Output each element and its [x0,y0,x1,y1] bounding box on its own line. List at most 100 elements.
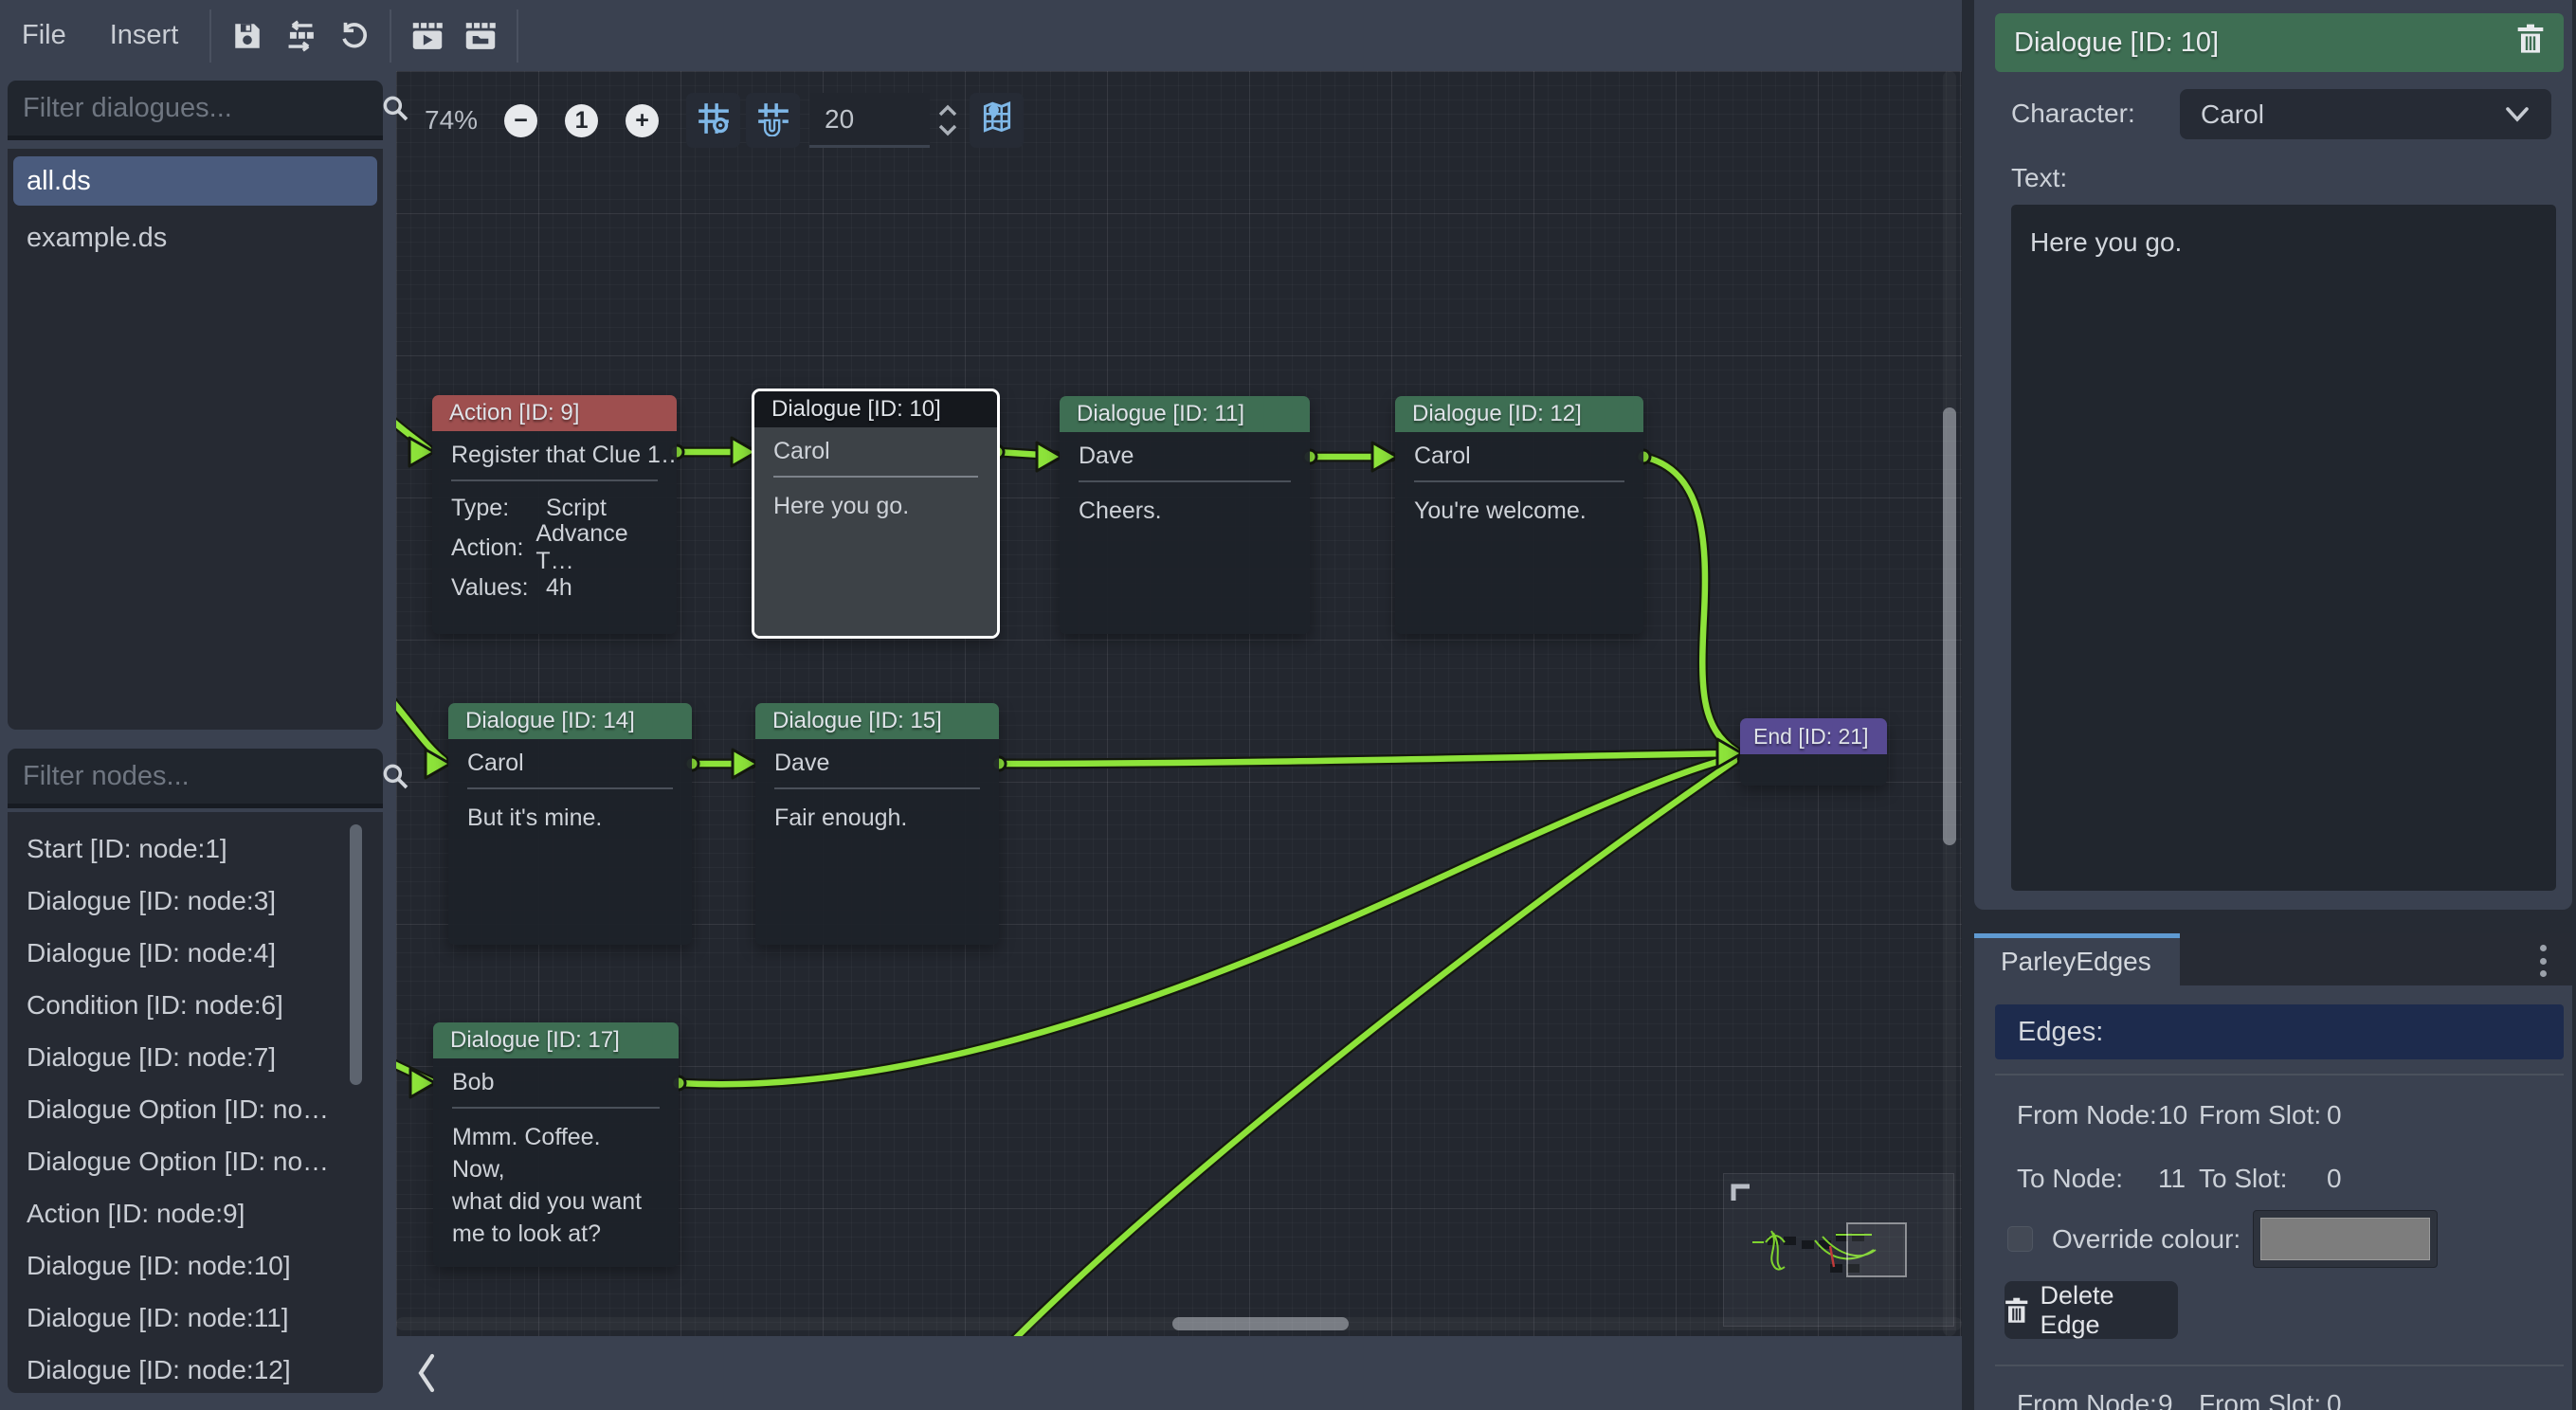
undo-button[interactable] [327,9,380,63]
chevron-down-icon [935,120,960,139]
node-body: Carol But it's mine. [448,739,692,945]
snap-grid-icon [696,100,732,141]
node-title[interactable]: End [ID: 21] [1740,718,1887,754]
node-list-item[interactable]: Dialogue [ID: node:3] [8,875,383,927]
run-scene-button[interactable] [454,9,507,63]
toggle-grid-button[interactable] [686,93,740,148]
node-text: Mmm. Coffee. Now, what did you want me t… [433,1109,679,1250]
graph-node-action-9[interactable]: Action [ID: 9] Register that Clue 1… Typ… [432,395,677,634]
run-dialogue-button[interactable] [401,9,454,63]
canvas-horizontal-scrollbar[interactable] [396,1317,1962,1330]
node-title[interactable]: Action [ID: 9] [432,395,677,431]
graph-toolbar: 74% − 1 + [425,93,1029,148]
translate-button[interactable] [274,9,327,63]
node-character: Carol [448,739,692,787]
node-list-item[interactable]: Dialogue Option [ID: no… [8,1083,383,1135]
delete-edge-button[interactable]: Delete Edge [2005,1281,2178,1339]
zoom-out-icon: − [514,107,528,135]
inspector-title: Dialogue [ID: 10] [2014,27,2219,59]
menu-bar: File Insert [0,0,1962,71]
graph-node-dialogue-15[interactable]: Dialogue [ID: 15] Dave Fair enough. [755,703,999,945]
graph-node-dialogue-17[interactable]: Dialogue [ID: 17] Bob Mmm. Coffee. Now, … [433,1022,679,1267]
more-vert-icon[interactable] [2529,945,2557,977]
override-colour-checkbox[interactable] [2007,1226,2033,1252]
graph-node-dialogue-11[interactable]: Dialogue [ID: 11] Dave Cheers. [1060,396,1310,634]
filter-dialogues-input[interactable] [23,93,380,124]
edges-tab-bar: ParleyEdges [1974,933,2572,985]
tab-parley-edges[interactable]: ParleyEdges [1974,933,2180,985]
undo-icon [337,20,370,52]
menu-file[interactable]: File [0,0,88,71]
node-list-item[interactable]: Dialogue [ID: node:10] [8,1239,383,1292]
node-list-item[interactable]: Dialogue Option [ID: no… [8,1135,383,1187]
graph-node-end-21[interactable]: End [ID: 21] [1740,718,1887,786]
from-slot-value: 0 [2327,1100,2342,1130]
zoom-in-button[interactable]: + [626,104,659,137]
graph-node-dialogue-14[interactable]: Dialogue [ID: 14] Carol But it's mine. [448,703,692,945]
override-colour-row: Override colour: [2007,1210,2438,1268]
node-list-item[interactable]: Condition [ID: node:6] [8,979,383,1031]
menu-insert[interactable]: Insert [88,0,201,71]
dialogue-file-list: all.ds example.ds [8,149,383,730]
file-item-example-ds[interactable]: example.ds [13,213,377,262]
snap-distance-field [809,93,930,148]
node-title[interactable]: Dialogue [ID: 11] [1060,396,1310,432]
edges-list-header[interactable]: Edges: [1995,1004,2564,1059]
node-title[interactable]: Dialogue [ID: 10] [754,391,997,427]
node-summary: Register that Clue 1… [432,431,677,479]
edge-from-row: From Node: 10 From Slot: 0 [2017,1100,2567,1130]
snap-distance-spinner[interactable] [935,101,960,139]
graph-node-dialogue-10[interactable]: Dialogue [ID: 10] Carol Here you go. [752,389,1000,639]
node-title[interactable]: Dialogue [ID: 17] [433,1022,679,1058]
node-list-item[interactable]: Start [ID: node:1] [8,822,383,875]
trash-icon [2005,1297,2028,1324]
file-item-all-ds[interactable]: all.ds [13,156,377,206]
canvas-horizontal-thumb[interactable] [1172,1317,1349,1330]
snap-distance-input[interactable] [825,104,910,135]
node-title[interactable]: Dialogue [ID: 15] [755,703,999,739]
node-character: Carol [754,427,997,476]
chevron-down-icon [2504,105,2531,124]
node-title[interactable]: Dialogue [ID: 12] [1395,396,1643,432]
character-dropdown[interactable]: Carol [2180,89,2551,139]
node-title[interactable]: Dialogue [ID: 14] [448,703,692,739]
to-node-value: 11 [2158,1164,2199,1194]
left-sidebar: all.ds example.ds Start [ID: node:1] Dia… [0,71,396,1410]
graph-canvas[interactable]: 74% − 1 + [396,71,1962,1336]
canvas-vertical-scrollbar[interactable] [1943,71,1956,1336]
collapse-sidebar-button[interactable] [406,1348,447,1398]
graph-node-dialogue-12[interactable]: Dialogue [ID: 12] Carol You're welcome. [1395,396,1643,634]
from-node-value: 10 [2158,1100,2199,1130]
from-node-value: 9 [2158,1389,2199,1410]
dialogue-text-area[interactable]: Here you go. [2011,205,2556,891]
node-list-scrollbar[interactable] [350,824,362,1085]
node-list-item[interactable]: Dialogue [ID: node:4] [8,927,383,979]
toggle-snap-button[interactable] [746,93,800,148]
delete-node-button[interactable] [2516,24,2545,62]
toolbar-separator [517,9,518,63]
minimap[interactable] [1723,1173,1954,1327]
filter-nodes-input[interactable] [23,761,380,792]
zoom-reset-icon: 1 [575,107,589,135]
override-colour-picker[interactable] [2253,1210,2438,1268]
canvas-vertical-thumb[interactable] [1943,407,1956,845]
collapse-left-icon [418,1353,435,1393]
node-list: Start [ID: node:1] Dialogue [ID: node:3]… [8,812,383,1393]
node-list-item[interactable]: Dialogue [ID: node:7] [8,1031,383,1083]
save-button[interactable] [221,9,274,63]
zoom-in-icon: + [635,107,649,135]
zoom-reset-button[interactable]: 1 [565,104,598,137]
bottom-bar [396,1336,1962,1410]
to-slot-value: 0 [2327,1164,2342,1194]
toggle-minimap-button[interactable] [970,93,1024,148]
node-list-item[interactable]: Dialogue [ID: node:12] [8,1344,383,1393]
character-label: Character: [2011,99,2135,129]
zoom-out-button[interactable]: − [504,104,537,137]
node-character: Dave [1060,432,1310,480]
chevron-up-icon [935,101,960,120]
node-list-item[interactable]: Dialogue [ID: node:11] [8,1292,383,1344]
override-colour-label: Override colour: [2052,1224,2240,1255]
node-inspector-panel: Dialogue [ID: 10] Character: Carol Text:… [1974,0,2572,910]
node-list-item[interactable]: Action [ID: node:9] [8,1187,383,1239]
node-character: Bob [433,1058,679,1107]
